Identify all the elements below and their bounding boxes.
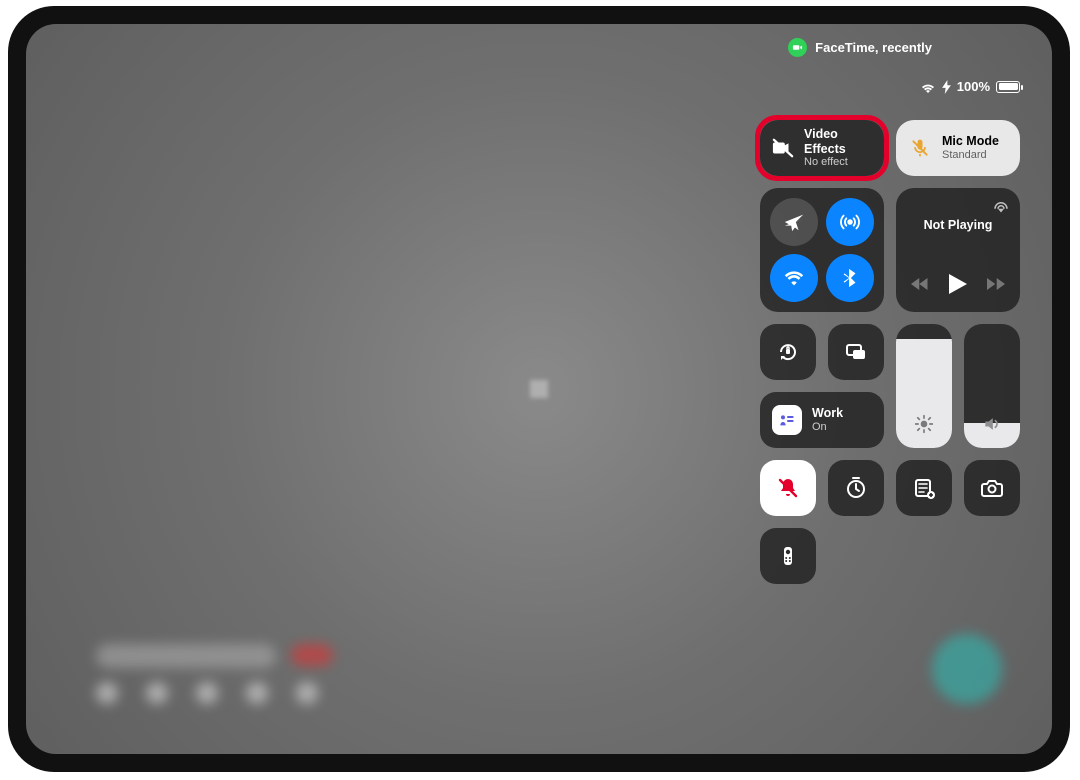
- airplane-mode-button[interactable]: [770, 198, 818, 246]
- cc-row-connectivity-media: Not Playing: [760, 188, 1020, 312]
- cc-row-remote: [760, 528, 1020, 584]
- silent-mode-button[interactable]: [760, 460, 816, 516]
- volume-slider[interactable]: [964, 324, 1020, 448]
- airplay-icon[interactable]: [992, 196, 1010, 214]
- now-playing-label: Not Playing: [924, 218, 993, 232]
- charging-icon: [942, 80, 951, 94]
- facetime-status-pill[interactable]: FaceTime, recently: [788, 38, 932, 57]
- camera-off-icon: [772, 137, 794, 159]
- apple-tv-remote-button[interactable]: [760, 528, 816, 584]
- camera-button[interactable]: [964, 460, 1020, 516]
- wifi-button[interactable]: [770, 254, 818, 302]
- bluetooth-button[interactable]: [826, 254, 874, 302]
- wifi-icon: [920, 81, 936, 93]
- control-center: Video Effects No effect Mic Mode Standar…: [760, 120, 1020, 584]
- battery-percentage: 100%: [957, 79, 990, 94]
- video-effects-button[interactable]: Video Effects No effect: [760, 120, 884, 176]
- volume-icon: [964, 414, 1020, 434]
- connectivity-group[interactable]: [760, 188, 884, 312]
- rewind-icon[interactable]: [911, 277, 929, 291]
- orientation-lock-button[interactable]: [760, 324, 816, 380]
- airdrop-button[interactable]: [826, 198, 874, 246]
- screen: FaceTime, recently 100% Video Effects No…: [26, 24, 1052, 754]
- camera-active-icon: [788, 38, 807, 57]
- cc-row-effects: Video Effects No effect Mic Mode Standar…: [760, 120, 1020, 176]
- mic-off-icon: [908, 138, 932, 158]
- cc-row-mid: Work On: [760, 324, 1020, 448]
- video-effects-subtitle: No effect: [804, 156, 872, 169]
- video-effects-title: Video Effects: [804, 127, 872, 156]
- battery-icon: [996, 81, 1020, 93]
- focus-work-icon: [772, 405, 802, 435]
- background-blur-center: [530, 380, 548, 398]
- play-icon[interactable]: [949, 274, 967, 294]
- cc-row-shortcuts: [760, 460, 1020, 516]
- mic-mode-title: Mic Mode: [942, 134, 999, 148]
- focus-subtitle: On: [812, 421, 843, 433]
- forward-icon[interactable]: [987, 277, 1005, 291]
- cc-mid-leftcol: Work On: [760, 324, 884, 448]
- ipad-frame: FaceTime, recently 100% Video Effects No…: [8, 6, 1070, 772]
- brightness-slider[interactable]: [896, 324, 952, 448]
- media-controls[interactable]: Not Playing: [896, 188, 1020, 312]
- focus-button[interactable]: Work On: [760, 392, 884, 448]
- background-facetime-bar: [66, 644, 1012, 714]
- timer-button[interactable]: [828, 460, 884, 516]
- status-bar: 100%: [920, 79, 1020, 94]
- focus-title: Work: [812, 407, 843, 421]
- mic-mode-subtitle: Standard: [942, 149, 999, 162]
- screen-mirroring-button[interactable]: [828, 324, 884, 380]
- brightness-icon: [896, 414, 952, 434]
- quick-note-button[interactable]: [896, 460, 952, 516]
- mic-mode-button[interactable]: Mic Mode Standard: [896, 120, 1020, 176]
- facetime-status-text: FaceTime, recently: [815, 40, 932, 55]
